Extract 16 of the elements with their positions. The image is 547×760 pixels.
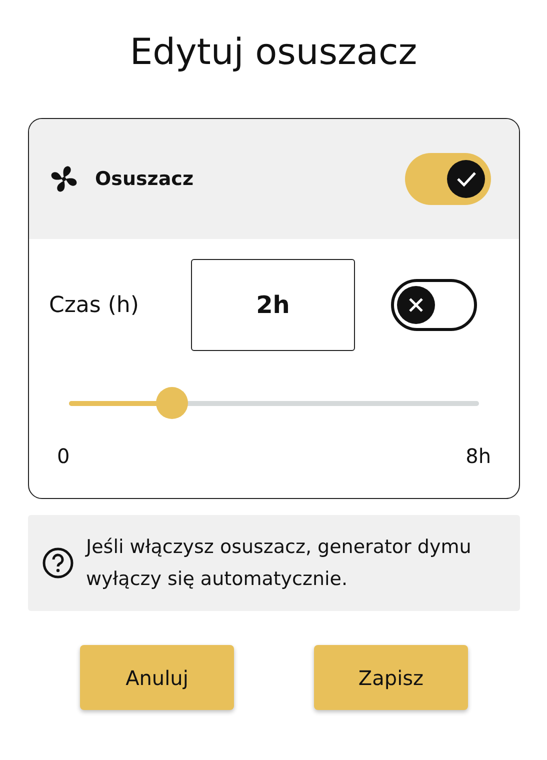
help-icon [42,547,74,579]
save-button[interactable]: Zapisz [314,645,468,710]
info-text: Jeśli włączysz osuszacz, generator dymu wyłączy się automatycznie. [86,535,472,592]
max-label: 8h [466,444,491,468]
power-toggle[interactable] [405,153,491,205]
cancel-button[interactable]: Anuluj [80,645,234,710]
page-title: Edytuj osuszacz [128,31,418,75]
input-field[interactable]: 2h [191,259,355,351]
knob-icon [446,159,486,199]
fan-icon [49,164,79,194]
slider-thumb[interactable] [156,387,188,419]
timer-toggle[interactable] [391,279,477,331]
time-label: Czas (h) [49,292,140,318]
knob-icon [396,285,436,325]
device-name: Osuszacz [95,168,194,190]
min-label: 0 [57,444,70,468]
